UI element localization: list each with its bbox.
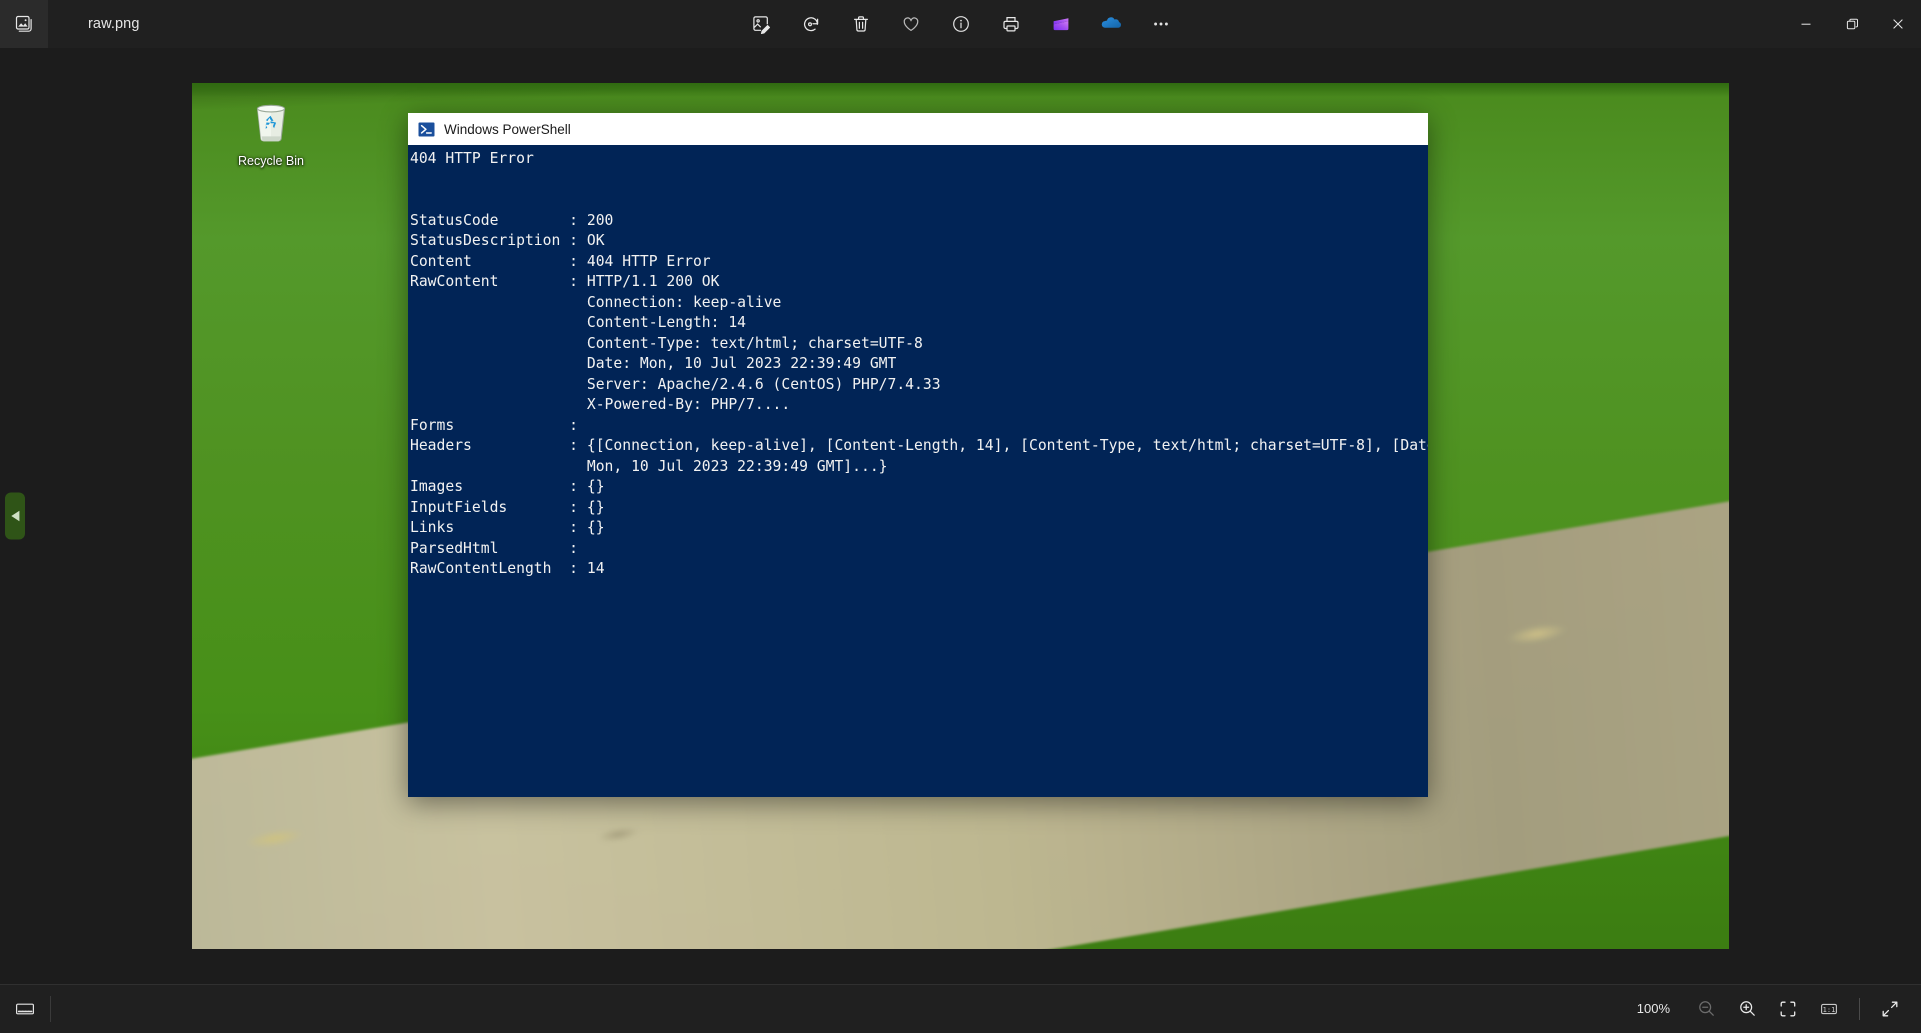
rotate-button[interactable]: [794, 7, 828, 41]
restore-button[interactable]: [1829, 0, 1875, 48]
image-viewport: Recycle Bin Windows PowerShell 404 HTTP …: [0, 48, 1921, 984]
status-bar: 100%: [0, 984, 1921, 1033]
zoom-out-button[interactable]: [1689, 992, 1723, 1026]
delete-button[interactable]: [844, 7, 878, 41]
powershell-console-body[interactable]: 404 HTTP Error StatusCode : 200 StatusDe…: [408, 145, 1428, 797]
recycle-bin-label: Recycle Bin: [238, 154, 304, 168]
photos-app-icon: [0, 0, 48, 48]
status-bar-right: 100%: [1637, 984, 1907, 1033]
zoom-in-button[interactable]: [1730, 992, 1764, 1026]
close-button[interactable]: [1875, 0, 1921, 48]
title-bar: raw.png: [0, 0, 1921, 48]
powershell-console-output: 404 HTTP Error StatusCode : 200 StatusDe…: [409, 149, 1428, 580]
powershell-window[interactable]: Windows PowerShell 404 HTTP Error Status…: [408, 113, 1428, 797]
svg-text:1:1: 1:1: [1823, 1005, 1836, 1013]
fit-to-window-button[interactable]: [1771, 992, 1805, 1026]
onedrive-button[interactable]: [1094, 7, 1128, 41]
actual-size-button[interactable]: 1:1: [1812, 992, 1846, 1026]
powershell-title-label: Windows PowerShell: [444, 122, 571, 137]
displayed-image[interactable]: Recycle Bin Windows PowerShell 404 HTTP …: [192, 83, 1729, 949]
gallery-filmstrip-button[interactable]: [8, 992, 42, 1026]
status-bar-left: [0, 992, 51, 1026]
powershell-icon: [418, 121, 435, 138]
zoom-level-label: 100%: [1637, 1001, 1670, 1016]
desktop-icon-recycle-bin[interactable]: Recycle Bin: [215, 95, 327, 168]
favorite-button[interactable]: [894, 7, 928, 41]
image-toolbar: [744, 0, 1178, 48]
wallpaper-top-edge: [192, 83, 1729, 97]
powershell-title-bar: Windows PowerShell: [408, 113, 1428, 145]
photos-app-window: raw.png: [0, 0, 1921, 1033]
edit-image-button[interactable]: [744, 7, 778, 41]
file-name-label: raw.png: [88, 16, 140, 32]
status-bar-left-divider: [50, 996, 51, 1022]
print-button[interactable]: [994, 7, 1028, 41]
window-controls: [1783, 0, 1921, 48]
previous-image-button[interactable]: [5, 493, 25, 540]
status-bar-right-divider: [1859, 998, 1860, 1020]
more-button[interactable]: [1144, 7, 1178, 41]
status-bar-divider: [0, 984, 1921, 985]
fullscreen-button[interactable]: [1873, 992, 1907, 1026]
recycle-bin-icon: [243, 95, 299, 151]
info-button[interactable]: [944, 7, 978, 41]
minimize-button[interactable]: [1783, 0, 1829, 48]
clipchamp-button[interactable]: [1044, 7, 1078, 41]
